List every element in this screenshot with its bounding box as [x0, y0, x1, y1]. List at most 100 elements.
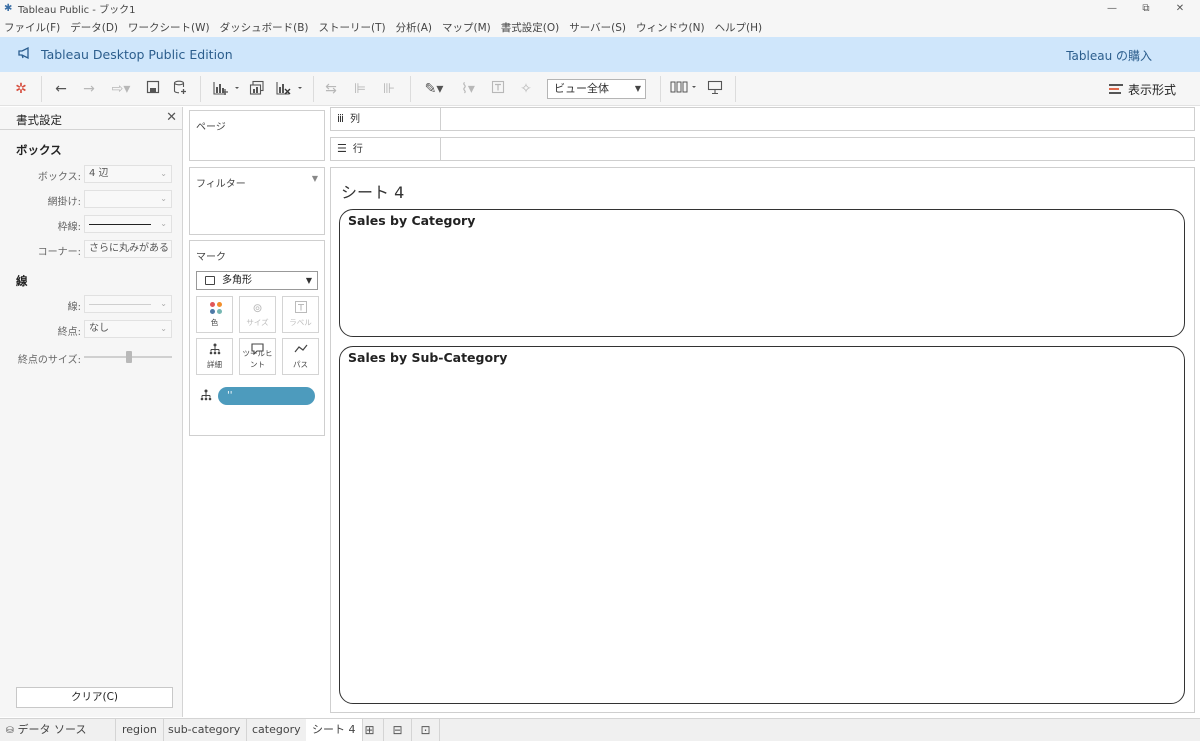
path-button[interactable]: パス [282, 338, 319, 375]
save-icon[interactable] [144, 80, 162, 98]
presentation-mode-icon[interactable] [705, 80, 725, 98]
corner-row: コーナー: さらに丸みがある ⌄ [0, 240, 183, 258]
show-me-icon [1108, 83, 1123, 96]
filters-card-title: フィルター [196, 179, 246, 190]
database-icon: ⛁ [6, 726, 14, 736]
megaphone-icon [18, 46, 32, 62]
detail-field-pill[interactable]: '' [218, 387, 315, 405]
new-worksheet-icon[interactable]: ⊞ [356, 719, 384, 741]
box-dropdown[interactable]: 4 辺 ⌄ [84, 165, 172, 183]
menu-analysis[interactable]: 分析(A) [396, 20, 432, 35]
close-window-button[interactable]: ✕ [1160, 0, 1200, 17]
zone-title: Sales by Category [348, 213, 476, 228]
show-labels-icon[interactable] [488, 80, 508, 98]
title-bar: ✱ Tableau Public - ブック1 — ⧉ ✕ [0, 0, 1200, 17]
columns-shelf[interactable]: ⅲ列 [330, 107, 1195, 131]
menu-map[interactable]: マップ(M) [442, 20, 491, 35]
clear-button[interactable]: クリア(C) [16, 687, 173, 708]
chevron-down-icon: ⌄ [160, 169, 167, 178]
close-icon[interactable]: ✕ [166, 110, 177, 125]
sheet-title[interactable]: シート 4 [341, 179, 404, 203]
view-canvas[interactable]: シート 4 Sales by Category Sales by Sub-Cat… [330, 167, 1195, 713]
color-button[interactable]: 色 [196, 296, 233, 333]
chevron-down-icon: ▼ [305, 276, 312, 285]
edition-banner: Tableau Desktop Public Edition Tableau の… [0, 37, 1200, 72]
rows-icon: ☰ [337, 142, 347, 155]
path-icon [283, 343, 318, 359]
show-cards-icon[interactable] [668, 80, 700, 98]
menu-data[interactable]: データ(D) [70, 20, 118, 35]
endpoint-row: 終点: なし ⌄ [0, 320, 183, 338]
zone-title: Sales by Sub-Category [348, 350, 508, 365]
detail-icon [200, 389, 212, 404]
tab-sub-category[interactable]: sub-category [162, 719, 248, 741]
line-preview [89, 304, 151, 305]
new-dashboard-icon[interactable]: ⊟ [384, 719, 412, 741]
label-button[interactable]: ラベル [282, 296, 319, 333]
tab-category[interactable]: category [246, 719, 308, 741]
new-datasource-icon[interactable] [171, 80, 189, 98]
menu-help[interactable]: ヘルプ(H) [715, 20, 763, 35]
clear-sheet-icon[interactable] [273, 80, 305, 98]
redo-arrow-icon[interactable]: → [80, 80, 98, 98]
show-me-button[interactable]: 表示形式 [1108, 81, 1176, 98]
polygon-icon [205, 276, 215, 285]
group-paperclip-icon[interactable]: ⌇▾ [454, 80, 482, 98]
menu-worksheet[interactable]: ワークシート(W) [128, 20, 210, 35]
mark-type-dropdown[interactable]: 多角形 ▼ [196, 271, 318, 290]
endpoint-dropdown[interactable]: なし ⌄ [84, 320, 172, 338]
toolbar: ✲ ← → ⇨▾ ⇆ ⊫ ⊪ ✎▾ ⌇▾ ✧ ビュー全体 ▼ 表示形式 [0, 72, 1200, 106]
tableau-logo-icon[interactable]: ✲ [12, 80, 30, 98]
label-icon [283, 301, 318, 317]
replay-icon[interactable]: ⇨▾ [106, 80, 136, 98]
shading-label: 網掛け: [47, 197, 81, 208]
border-dropdown[interactable]: ⌄ [84, 215, 172, 233]
filters-card[interactable]: フィルター ▼ [189, 167, 325, 235]
sort-ascending-icon[interactable]: ⊫ [351, 80, 369, 98]
menu-bar: ファイル(F) データ(D) ワークシート(W) ダッシュボード(B) ストーリ… [0, 17, 1200, 37]
slider-thumb[interactable] [126, 351, 132, 363]
detail-button[interactable]: 詳細 [196, 338, 233, 375]
menu-format[interactable]: 書式設定(O) [501, 20, 559, 35]
line-section-title: 線 [16, 274, 28, 288]
tab-data-source[interactable]: ⛁ データ ソース [0, 719, 116, 741]
tab-region[interactable]: region [116, 719, 164, 741]
zone-sales-by-sub-category[interactable]: Sales by Sub-Category [339, 346, 1185, 704]
fix-axes-pin-icon[interactable]: ✧ [516, 80, 536, 98]
corner-label: コーナー: [37, 247, 81, 258]
new-worksheet-icon[interactable] [210, 80, 242, 98]
edition-title: Tableau Desktop Public Edition [41, 47, 233, 62]
swap-rows-columns-icon[interactable]: ⇆ [322, 80, 340, 98]
highlight-pen-icon[interactable]: ✎▾ [420, 80, 448, 98]
line-label: 線: [67, 302, 81, 313]
tooltip-button[interactable]: ツールヒント [239, 338, 276, 375]
chevron-down-icon: ⌄ [160, 219, 167, 228]
menu-story[interactable]: ストーリー(T) [319, 20, 386, 35]
chevron-down-icon[interactable]: ▼ [312, 174, 318, 183]
tab-sheet-4[interactable]: シート 4 [306, 719, 363, 741]
shading-dropdown[interactable]: ⌄ [84, 190, 172, 208]
format-pane-title: 書式設定 [16, 113, 62, 127]
new-story-icon[interactable]: ⊡ [412, 719, 440, 741]
rows-shelf-label: ☰ 行 [331, 138, 441, 160]
sort-descending-icon[interactable]: ⊪ [380, 80, 398, 98]
zone-sales-by-category[interactable]: Sales by Category [339, 209, 1185, 337]
size-button[interactable]: ⊚ サイズ [239, 296, 276, 333]
pages-card[interactable]: ページ [189, 110, 325, 161]
color-dots-icon [210, 302, 222, 314]
menu-file[interactable]: ファイル(F) [4, 20, 60, 35]
duplicate-sheet-icon[interactable] [247, 80, 267, 98]
line-dropdown[interactable]: ⌄ [84, 295, 172, 313]
format-pane: 書式設定 ✕ ボックス ボックス: 4 辺 ⌄ 網掛け: ⌄ 枠線: ⌄ コーナ… [0, 107, 183, 717]
view-size-dropdown[interactable]: ビュー全体 ▼ [547, 79, 646, 99]
rows-shelf[interactable]: ☰ 行 [330, 137, 1195, 161]
menu-dashboard[interactable]: ダッシュボード(B) [220, 20, 309, 35]
undo-arrow-icon[interactable]: ← [52, 80, 70, 98]
box-label: ボックス: [37, 172, 81, 183]
corner-dropdown[interactable]: さらに丸みがある ⌄ [84, 240, 172, 258]
sheet-tab-bar: ⛁ データ ソース region sub-category category シー… [0, 718, 1200, 741]
menu-window[interactable]: ウィンドウ(N) [636, 20, 705, 35]
buy-tableau-link[interactable]: Tableau の購入 [1066, 47, 1152, 64]
endpoint-size-slider[interactable] [84, 351, 172, 363]
menu-server[interactable]: サーバー(S) [569, 20, 626, 35]
